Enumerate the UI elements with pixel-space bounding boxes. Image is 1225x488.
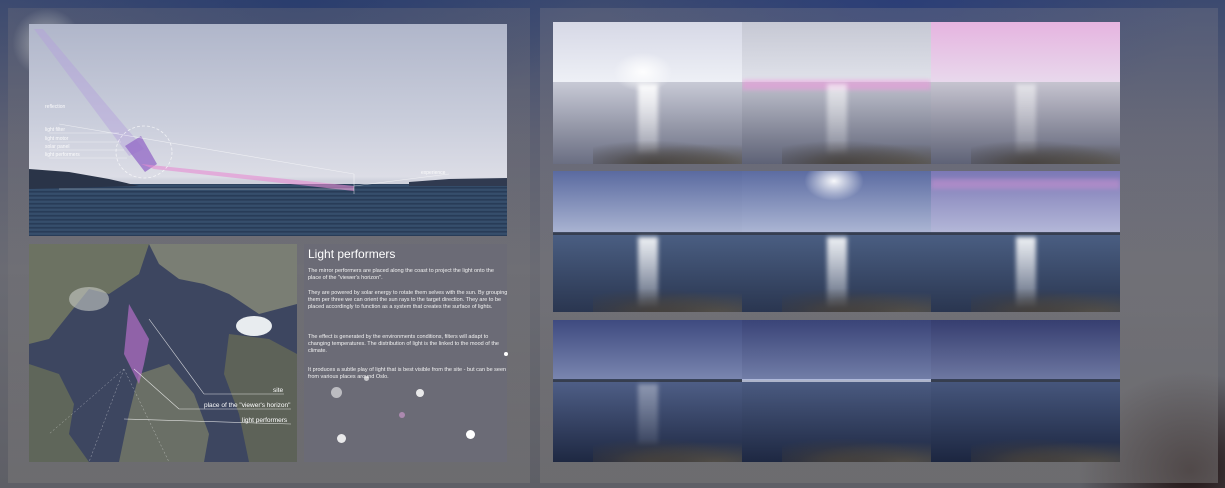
panel-title: Light performers (308, 247, 396, 261)
light-dot (504, 352, 508, 356)
label-light-performers: light performers (45, 152, 80, 158)
light-dot (364, 376, 369, 381)
light-dot (466, 430, 475, 439)
horizon-diagram: reflection light filter light motor sola… (29, 24, 507, 236)
label-map-light-performers: light performers (242, 417, 288, 424)
map-graphic (29, 244, 297, 462)
land-north (149, 244, 297, 314)
photo-r1c2 (742, 22, 931, 164)
paragraph-2: They are powered by solar energy to rota… (308, 290, 508, 310)
land-southwest (29, 364, 89, 462)
sightline-upper (58, 123, 355, 175)
land-east (224, 334, 297, 462)
paragraph-4: It produces a subtle play of light that … (308, 367, 507, 380)
light-performers-panel: Light performers The mirror performers a… (304, 244, 508, 462)
label-solar-panel: solar panel (45, 144, 70, 150)
reflected-beam (141, 164, 354, 191)
left-coast (29, 169, 139, 189)
light-dot (399, 412, 405, 418)
photo-r1c1 (553, 22, 742, 164)
photo-r2c3 (931, 171, 1120, 312)
paragraph-1: The mirror performers are placed along t… (308, 268, 494, 281)
label-reflection: reflection (45, 104, 66, 110)
peninsula-south (119, 364, 209, 462)
light-dot (416, 389, 424, 397)
city-area (69, 287, 109, 311)
label-site: site (273, 387, 284, 394)
diagram-lines (29, 29, 507, 194)
label-experience: experience (421, 170, 446, 176)
photo-r2c1 (553, 171, 742, 312)
paragraph-3: The effect is generated by the environme… (308, 334, 499, 354)
photo-r2c2 (742, 171, 931, 312)
light-dot (337, 434, 346, 443)
right-coast (409, 178, 507, 186)
light-dot (331, 387, 342, 398)
photo-r3c2 (742, 320, 931, 462)
site-map: site place of the "viewer's horizon" lig… (29, 244, 297, 462)
ray-1 (88, 368, 125, 462)
photo-r3c1 (553, 320, 742, 462)
cloud (236, 316, 272, 336)
label-viewers-horizon: place of the "viewer's horizon" (204, 402, 291, 409)
label-light-filter: light filter (45, 127, 66, 133)
label-light-motor: light motor (45, 136, 69, 142)
photo-r3c3 (931, 320, 1120, 462)
photo-r1c3 (931, 22, 1120, 164)
